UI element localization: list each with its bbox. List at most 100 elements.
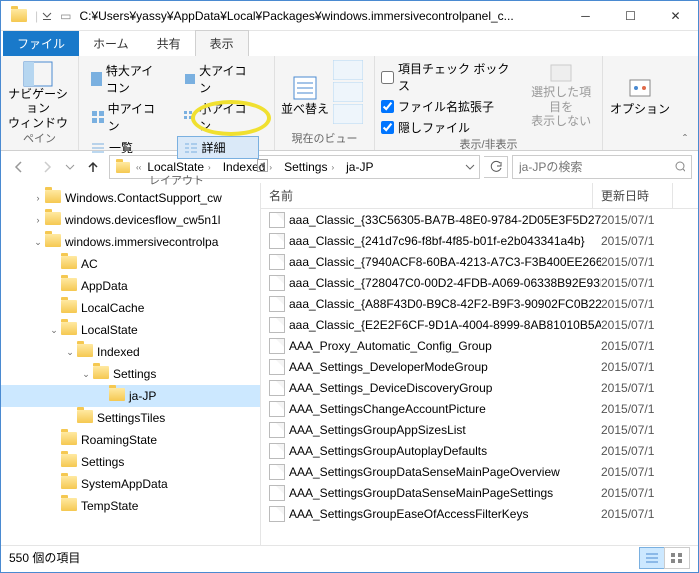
- file-row[interactable]: aaa_Classic_{33C56305-BA7B-48E0-9784-2D0…: [261, 209, 698, 230]
- expand-icon[interactable]: ›: [31, 193, 45, 203]
- file-row[interactable]: aaa_Classic_{E2E2F6CF-9D1A-4004-8999-8AB…: [261, 314, 698, 335]
- file-name: aaa_Classic_{241d7c96-f8bf-4f85-b01f-e2b…: [289, 234, 601, 248]
- file-row[interactable]: AAA_Settings_DeveloperModeGroup2015/07/1: [261, 356, 698, 377]
- folder-icon: [77, 410, 93, 426]
- tab-file[interactable]: ファイル: [3, 31, 79, 56]
- file-icon: [269, 401, 285, 417]
- sort-button[interactable]: 並べ替え: [281, 60, 329, 130]
- tree-item-tempstate[interactable]: TempState: [1, 495, 260, 517]
- folder-icon: [45, 212, 61, 228]
- file-name: aaa_Classic_{E2E2F6CF-9D1A-4004-8999-8AB…: [289, 318, 601, 332]
- expand-icon[interactable]: ⌄: [63, 347, 77, 358]
- file-row[interactable]: AAA_Settings_DeviceDiscoveryGroup2015/07…: [261, 377, 698, 398]
- tree-item-localstate[interactable]: ⌄LocalState: [1, 319, 260, 341]
- file-row[interactable]: AAA_Proxy_Automatic_Config_Group2015/07/…: [261, 335, 698, 356]
- tree-item-systemappdata[interactable]: SystemAppData: [1, 473, 260, 495]
- file-row[interactable]: aaa_Classic_{241d7c96-f8bf-4f85-b01f-e2b…: [261, 230, 698, 251]
- ribbon-collapse-icon[interactable]: ˆ: [676, 130, 694, 148]
- forward-button[interactable]: [35, 155, 59, 179]
- file-row[interactable]: aaa_Classic_{728047C0-00D2-4FDB-A069-063…: [261, 272, 698, 293]
- file-row[interactable]: aaa_Classic_{A88F43D0-B9C8-42F2-B9F3-909…: [261, 293, 698, 314]
- file-name: AAA_SettingsGroupDataSenseMainPageSettin…: [289, 486, 601, 500]
- nav-pane-button[interactable]: ナビゲーション ウィンドウ: [7, 60, 69, 130]
- file-row[interactable]: AAA_SettingsGroupAutoplayDefaults2015/07…: [261, 440, 698, 461]
- crumb-jajp[interactable]: ja-JP: [340, 156, 379, 178]
- group-pane-label: ペイン: [7, 130, 72, 146]
- crumb-settings[interactable]: Settings›: [278, 156, 340, 178]
- nav-tree[interactable]: ›Windows.ContactSupport_cw›windows.devic…: [1, 183, 261, 545]
- tab-home[interactable]: ホーム: [79, 31, 143, 56]
- file-icon: [269, 296, 285, 312]
- file-row[interactable]: AAA_SettingsChangeAccountPicture2015/07/…: [261, 398, 698, 419]
- tree-label: Settings: [113, 367, 156, 381]
- tree-item-jajp[interactable]: ja-JP: [1, 385, 260, 407]
- tree-item-localcache[interactable]: LocalCache: [1, 297, 260, 319]
- tree-item-indexed[interactable]: ⌄Indexed: [1, 341, 260, 363]
- layout-small[interactable]: 小アイコン: [177, 98, 259, 136]
- check-hidden-files[interactable]: 隠しファイル: [381, 119, 520, 136]
- tree-label: AppData: [81, 279, 128, 293]
- expand-icon[interactable]: ⌄: [31, 237, 45, 248]
- folder-icon: [61, 256, 77, 272]
- tree-item-windowsdevicesflowcw5n1l[interactable]: ›windows.devicesflow_cw5n1l: [1, 209, 260, 231]
- refresh-button[interactable]: [484, 156, 508, 178]
- file-date: 2015/07/1: [601, 339, 654, 353]
- layout-list[interactable]: 一覧: [85, 136, 167, 159]
- file-list[interactable]: 名前 更新日時 aaa_Classic_{33C56305-BA7B-48E0-…: [261, 183, 698, 545]
- file-row[interactable]: aaa_Classic_{7940ACF8-60BA-4213-A7C3-F3B…: [261, 251, 698, 272]
- size-columns-icon[interactable]: [333, 104, 363, 124]
- expand-icon[interactable]: ⌄: [47, 325, 61, 336]
- tree-item-windowsimmersivecontrolpa[interactable]: ⌄windows.immersivecontrolpa: [1, 231, 260, 253]
- add-columns-icon[interactable]: [333, 82, 363, 102]
- folder-icon: [61, 278, 77, 294]
- expand-icon[interactable]: ›: [31, 215, 45, 225]
- tree-item-roamingstate[interactable]: RoamingState: [1, 429, 260, 451]
- file-row[interactable]: AAA_SettingsGroupEaseOfAccessFilterKeys2…: [261, 503, 698, 524]
- group-by-icon[interactable]: [333, 60, 363, 80]
- file-row[interactable]: AAA_SettingsGroupAppSizesList2015/07/1: [261, 419, 698, 440]
- file-icon: [269, 275, 285, 291]
- layout-exlarge[interactable]: 特大アイコン: [85, 60, 167, 98]
- tab-view[interactable]: 表示: [195, 30, 249, 56]
- layout-details[interactable]: 詳細: [177, 136, 259, 159]
- view-details-button[interactable]: [639, 547, 665, 569]
- tree-label: Settings: [81, 455, 124, 469]
- expand-icon[interactable]: ⌄: [79, 369, 93, 380]
- file-row[interactable]: AAA_SettingsGroupDataSenseMainPageSettin…: [261, 482, 698, 503]
- close-button[interactable]: ✕: [653, 2, 698, 30]
- check-item-boxes[interactable]: 項目チェック ボックス: [381, 60, 520, 94]
- options-button[interactable]: オプション: [609, 60, 671, 130]
- recent-dropdown[interactable]: [63, 155, 77, 179]
- details-icon: [184, 141, 198, 155]
- search-box[interactable]: [512, 155, 692, 179]
- view-icons-button[interactable]: [664, 547, 690, 569]
- tab-share[interactable]: 共有: [143, 31, 195, 56]
- minimize-button[interactable]: ─: [563, 2, 608, 30]
- search-input[interactable]: [519, 160, 674, 174]
- layout-medium[interactable]: 中アイコン: [85, 98, 167, 136]
- address-dropdown[interactable]: [461, 155, 479, 179]
- tree-item-settingstiles[interactable]: SettingsTiles: [1, 407, 260, 429]
- file-row[interactable]: AAA_SettingsGroupDataSenseMainPageOvervi…: [261, 461, 698, 482]
- search-icon[interactable]: [674, 160, 685, 174]
- tree-item-appdata[interactable]: AppData: [1, 275, 260, 297]
- column-date[interactable]: 更新日時: [593, 183, 673, 208]
- large-icon: [183, 72, 196, 86]
- layout-expand-icon[interactable]: ▾: [257, 159, 268, 172]
- qat-dropdown-icon[interactable]: [42, 9, 52, 23]
- file-date: 2015/07/1: [601, 381, 654, 395]
- column-name[interactable]: 名前: [261, 183, 593, 208]
- file-name: AAA_SettingsChangeAccountPicture: [289, 402, 601, 416]
- tree-item-windowscontactsupportcw[interactable]: ›Windows.ContactSupport_cw: [1, 187, 260, 209]
- maximize-button[interactable]: ☐: [608, 2, 653, 30]
- file-icon: [269, 443, 285, 459]
- back-button[interactable]: [7, 155, 31, 179]
- tree-item-ac[interactable]: AC: [1, 253, 260, 275]
- file-date: 2015/07/1: [601, 507, 654, 521]
- tree-item-settings[interactable]: ⌄ Settings: [1, 363, 260, 385]
- layout-large[interactable]: 大アイコン: [177, 60, 259, 98]
- tree-item-settings[interactable]: Settings: [1, 451, 260, 473]
- check-file-ext[interactable]: ファイル名拡張子: [381, 98, 520, 115]
- file-date: 2015/07/1: [601, 276, 654, 290]
- tree-label: TempState: [81, 499, 138, 513]
